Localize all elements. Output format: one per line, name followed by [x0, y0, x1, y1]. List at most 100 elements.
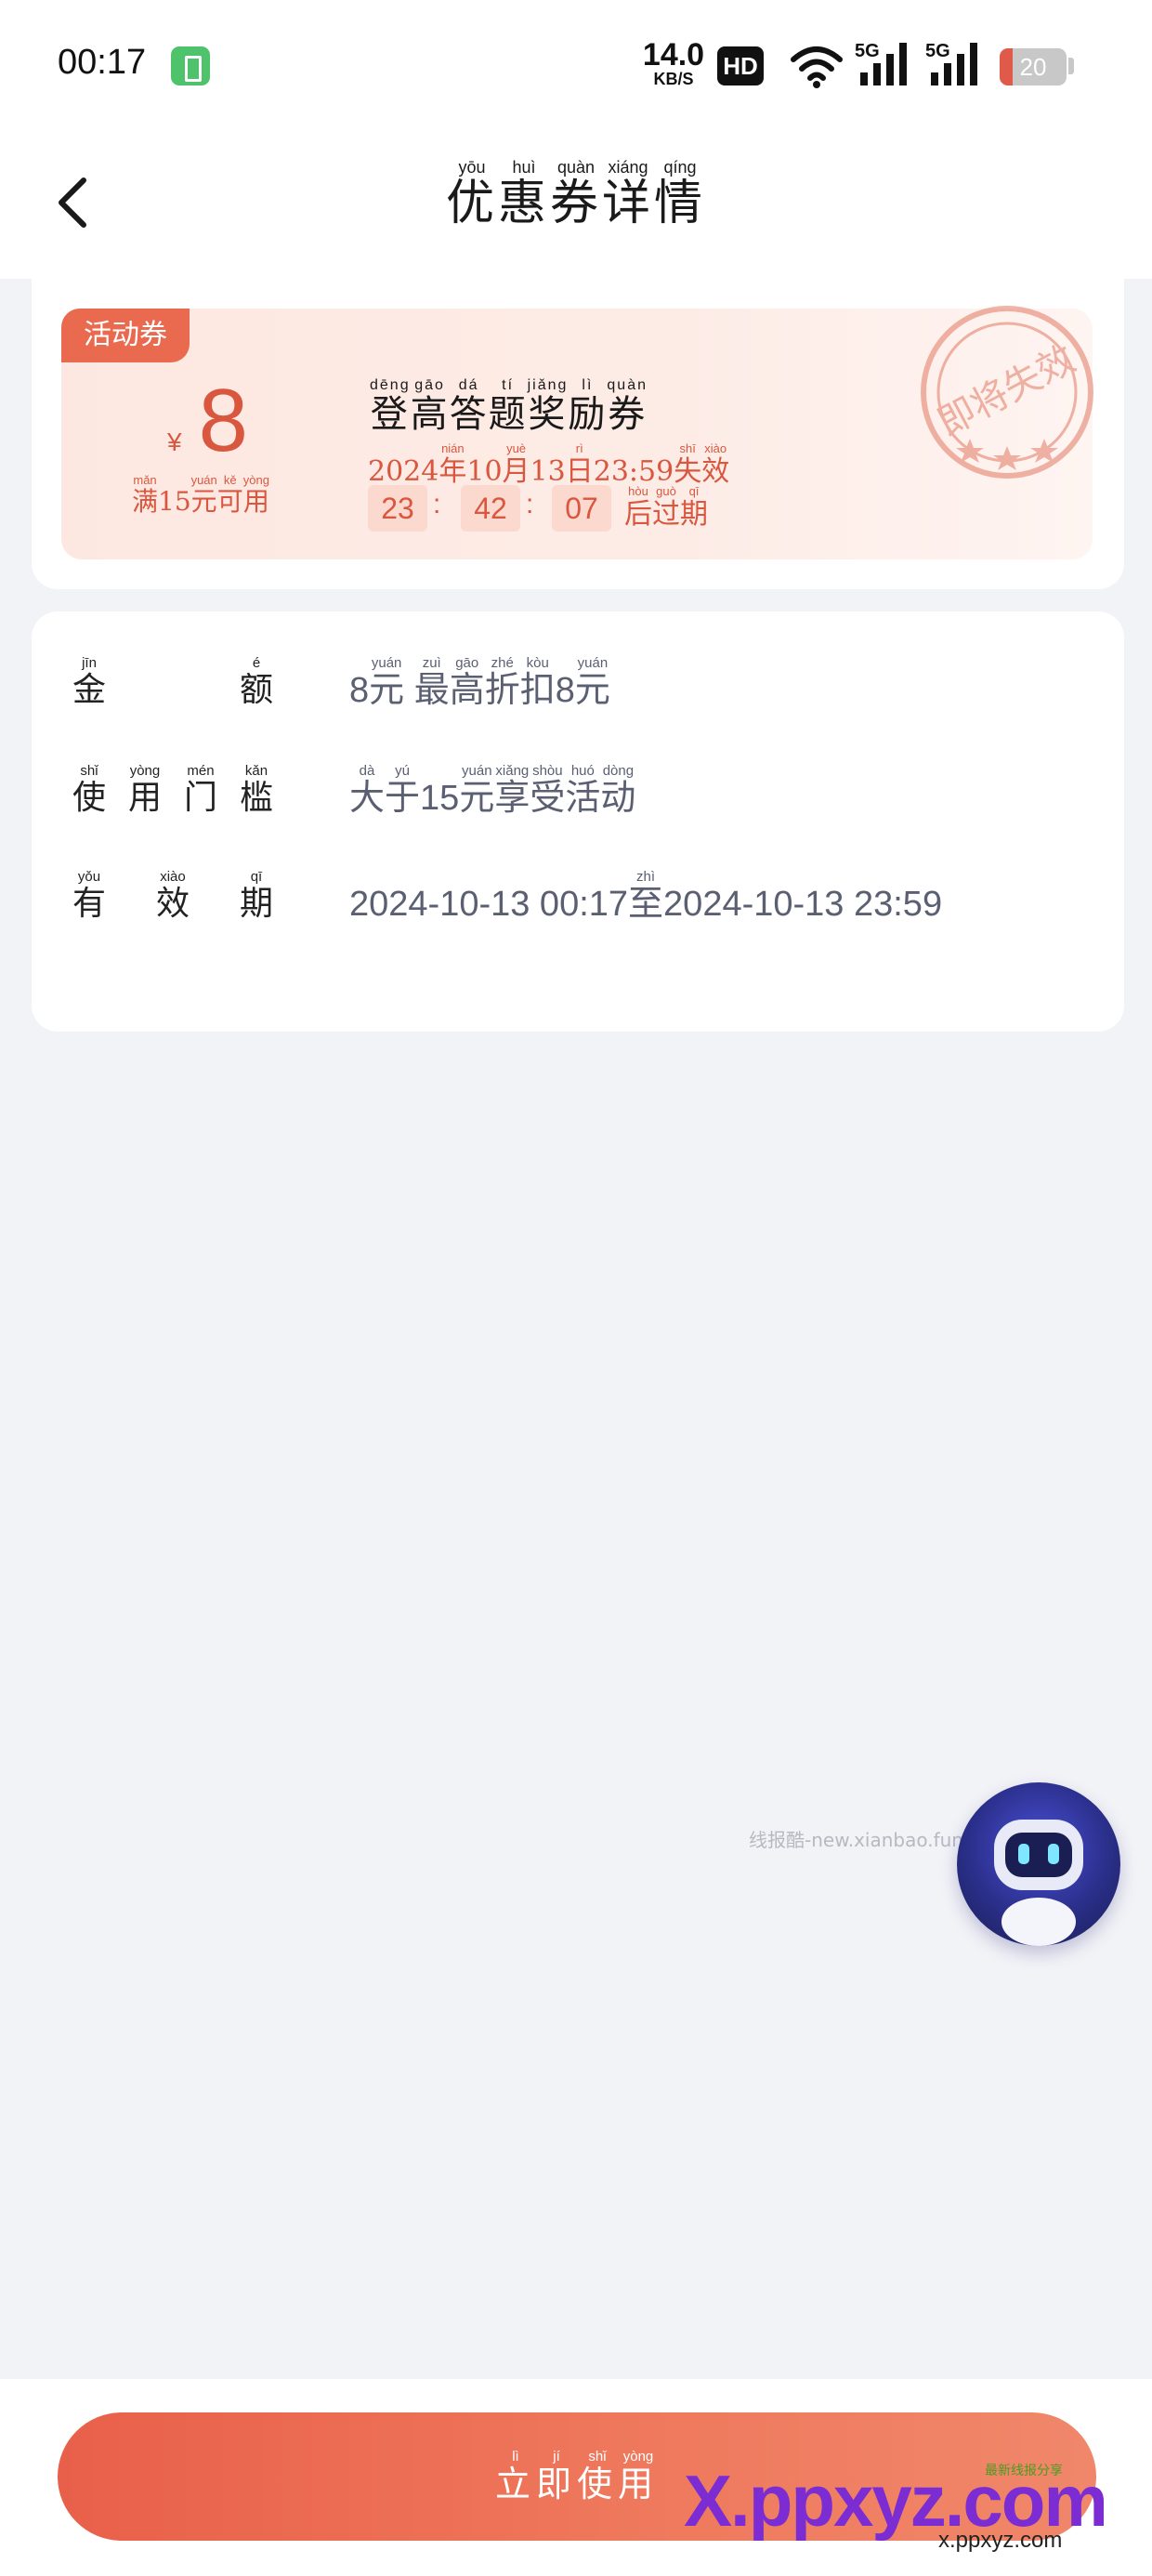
status-bar: 00:17 14.0 KB/S HD 5G 5G 20: [0, 0, 1152, 130]
hanzi-with-pinyin: 惠huì: [497, 158, 550, 231]
plain-text: 2024-10-13 23:59: [663, 885, 943, 924]
detail-row-amount: 金jīn 额é 8元yuán 最zuì高gāo折zhé扣kòu8元yuán: [72, 655, 1094, 721]
detail-row-threshold: 使shǐ 用yòng 门mén 槛kǎn 大dà于yú15元yuán享xiǎng受sh…: [72, 763, 1094, 829]
robot-icon: [994, 1820, 1083, 1946]
network-speed-unit: KB/S: [653, 70, 694, 88]
coupon-amount: 8: [198, 371, 248, 470]
hanzi-with-pinyin: 受shòu: [530, 763, 566, 818]
hanzi-with-pinyin: 门mén: [183, 763, 217, 817]
detail-value-amount: 8元yuán 最zuì高gāo折zhé扣kòu8元yuán: [349, 655, 610, 712]
hanzi-with-pinyin: 即jí: [535, 2449, 577, 2504]
coupon-threshold: 满mǎn15元yuán可kě用yòng: [132, 473, 269, 519]
countdown-hours: 23: [368, 485, 427, 532]
hanzi-with-pinyin: 大dà: [349, 763, 386, 818]
coupon-name: 登dēng高gāo答dá题tí奖jiǎng励lì券quàn: [370, 377, 648, 438]
hd-voice-icon: HD: [717, 46, 764, 85]
hanzi-with-pinyin: 效xiào: [155, 869, 190, 923]
hanzi-with-pinyin: 高gāo: [449, 655, 485, 710]
hanzi-with-pinyin: 于yú: [385, 763, 421, 818]
hanzi-with-pinyin: 高gāo: [410, 377, 450, 436]
hanzi-with-pinyin: 月yuè: [502, 441, 530, 488]
detail-label-validity: 有yǒu 效xiào 期qī: [72, 869, 273, 925]
use-now-label: 立lì即jí使shǐ用yòng: [494, 2449, 660, 2506]
coupon-price: ¥8: [167, 370, 248, 472]
signal-strength-icon: [860, 43, 907, 85]
hanzi-with-pinyin: 满mǎn: [132, 473, 159, 517]
hanzi-with-pinyin: 金jīn: [72, 655, 107, 709]
battery-level: 20: [1019, 53, 1047, 81]
status-time: 00:17: [58, 43, 147, 82]
battery-cap: [1068, 58, 1074, 74]
battery-icon: 20: [1000, 48, 1067, 85]
wifi-icon: [791, 46, 843, 88]
expiring-soon-stamp-icon: 即将失效: [921, 306, 1093, 479]
plain-text: 2024-10-13 00:17: [349, 885, 629, 924]
plain-text: 8: [555, 671, 575, 710]
currency-symbol: ¥: [167, 427, 182, 456]
hanzi-with-pinyin: 用yòng: [618, 2449, 660, 2504]
detail-value-validity: 2024-10-13 00:17至zhì2024-10-13 23:59: [349, 869, 943, 926]
hanzi-with-pinyin: 扣kòu: [519, 655, 556, 710]
hanzi-with-pinyin: 情qíng: [654, 158, 707, 231]
header: 优yōu惠huì券quàn详xiáng情qíng: [0, 130, 1152, 279]
brand-badge: 最新线报分享: [985, 2464, 1063, 2478]
detail-label-threshold: 使shǐ 用yòng 门mén 槛kǎn: [72, 763, 273, 819]
plain-text: 23:59: [593, 455, 674, 488]
hanzi-with-pinyin: 登dēng: [370, 377, 411, 436]
countdown-suffix: 后hòu过guò期qī: [624, 484, 708, 532]
hanzi-with-pinyin: 详xiáng: [602, 158, 655, 231]
plain-text: 13: [530, 455, 566, 488]
hanzi-with-pinyin: 题tí: [488, 377, 528, 436]
hanzi-with-pinyin: 期qī: [239, 869, 273, 923]
hanzi-with-pinyin: 元yuán: [190, 473, 217, 517]
hanzi-with-pinyin: 年nián: [439, 441, 467, 488]
brand-watermark-url: x.ppxyz.com: [938, 2528, 1063, 2553]
countdown-separator: :: [433, 489, 441, 519]
hanzi-with-pinyin: 答dá: [449, 377, 489, 436]
hanzi-with-pinyin: 日rì: [565, 441, 594, 488]
hanzi-with-pinyin: 使shǐ: [72, 763, 107, 817]
countdown-separator: :: [526, 489, 534, 519]
page-title-text: 优yōu惠huì券quàn详xiáng情qíng: [445, 158, 707, 231]
hanzi-with-pinyin: 优yōu: [445, 158, 498, 231]
hanzi-with-pinyin: 至zhì: [628, 869, 664, 924]
hanzi-with-pinyin: 动dòng: [600, 763, 636, 818]
countdown-seconds: 07: [552, 485, 611, 532]
battery-charging-icon: [171, 46, 210, 85]
hanzi-with-pinyin: 立lì: [494, 2449, 536, 2504]
countdown-minutes: 42: [461, 485, 520, 532]
site-watermark: 线报酷-new.xianbao.fun: [749, 1829, 963, 1851]
hanzi-with-pinyin: 折zhé: [484, 655, 520, 710]
hanzi-with-pinyin: 额é: [239, 655, 273, 709]
hanzi-with-pinyin: 奖jiǎng: [527, 377, 569, 436]
plain-text: 15: [158, 486, 191, 517]
detail-value-threshold: 大dà于yú15元yuán享xiǎng受shòu活huó动dòng: [349, 763, 636, 820]
hanzi-with-pinyin: 期qī: [680, 484, 708, 531]
signal-strength-icon: [931, 43, 977, 85]
detail-row-validity: 有yǒu 效xiào 期qī 2024-10-13 00:17至zhì2024-10…: [72, 869, 1094, 935]
plain-text: 10: [466, 455, 503, 488]
coupon-expire-time: 2024年nián10月yuè13日rì23:59失shī效xiào: [368, 441, 730, 489]
hanzi-with-pinyin: 使shǐ: [577, 2449, 619, 2504]
hanzi-with-pinyin: 元yuán: [459, 763, 495, 818]
hanzi-with-pinyin: 活huó: [565, 763, 601, 818]
page-title: 优yōu惠huì券quàn详xiáng情qíng: [0, 158, 1152, 233]
hanzi-with-pinyin: 享xiǎng: [494, 763, 530, 818]
ai-assistant-button[interactable]: [957, 1782, 1120, 1946]
hanzi-with-pinyin: 券quàn: [607, 377, 648, 436]
hanzi-with-pinyin: 用yòng: [242, 473, 269, 517]
plain-text: 8: [349, 671, 370, 710]
plain-text: 2024: [368, 455, 439, 488]
hanzi-with-pinyin: 槛kǎn: [239, 763, 273, 817]
plain-text: [404, 671, 414, 710]
hanzi-with-pinyin: 后hòu: [624, 484, 652, 531]
plain-text: 15: [420, 779, 460, 818]
hanzi-with-pinyin: 用yòng: [127, 763, 162, 817]
hanzi-with-pinyin: 元yuán: [369, 655, 405, 710]
network-speed: 14.0 KB/S: [641, 39, 706, 87]
hanzi-with-pinyin: 效xiào: [701, 441, 730, 488]
hanzi-with-pinyin: 过guò: [652, 484, 680, 531]
coupon-type-badge: 活动券: [61, 309, 190, 362]
stamp-text: 即将失效: [931, 337, 1082, 445]
hanzi-with-pinyin: 有yǒu: [72, 869, 107, 923]
